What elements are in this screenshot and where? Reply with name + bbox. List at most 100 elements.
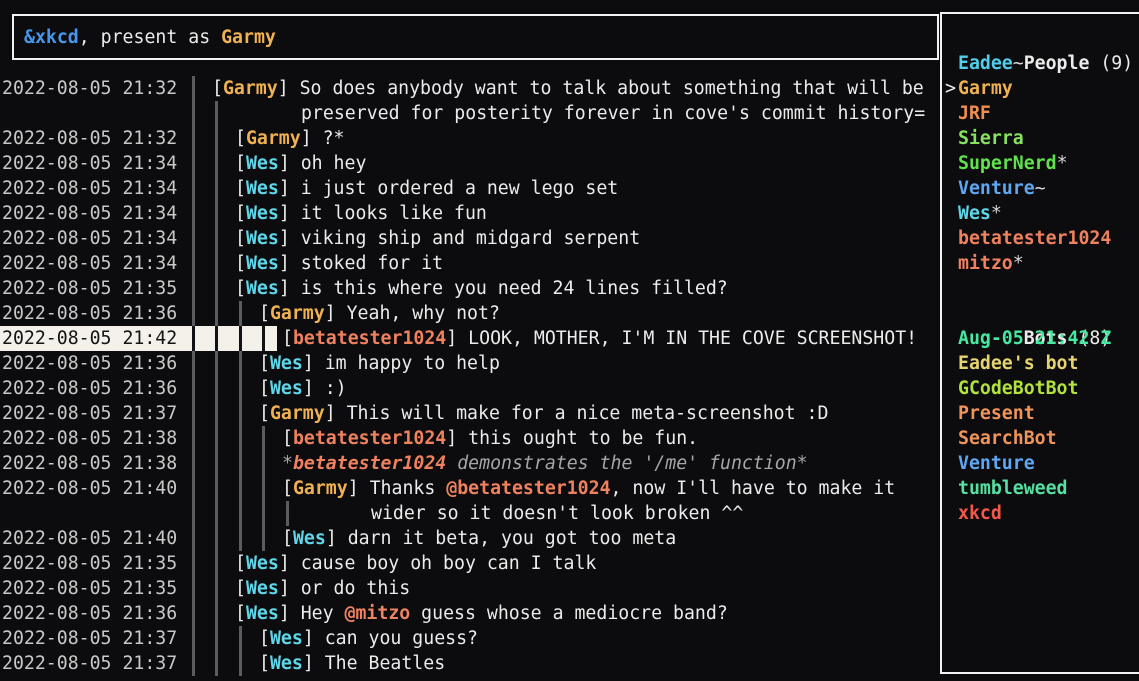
thread-indent-bar — [215, 501, 218, 526]
thread-indent-bar — [192, 176, 195, 201]
user-mode-suffix: * — [1057, 153, 1068, 174]
person-betatester1024[interactable]: betatester1024 — [958, 226, 1139, 251]
thread-indent-bar — [239, 626, 242, 651]
cove-chat-app: &xkcd, present as Garmy 2022-08-05 21:32… — [0, 0, 1139, 681]
thread-indent-bar — [262, 451, 265, 476]
thread-indent-bar — [239, 501, 242, 526]
chat-line[interactable]: 2022-08-05 21:36[Wes] im happy to help — [0, 351, 939, 376]
current-nick: Garmy — [221, 25, 276, 50]
chat-line[interactable]: 2022-08-05 21:34[Wes] it looks like fun — [0, 201, 939, 226]
person-sierra[interactable]: Sierra — [958, 126, 1139, 151]
chat-line[interactable]: 2022-08-05 21:34[Wes] viking ship and mi… — [0, 226, 939, 251]
nick-span: Garmy — [270, 403, 325, 424]
message-text: [Wes] viking ship and midgard serpent — [235, 226, 640, 251]
thread-indent-bar — [215, 301, 218, 326]
header-separator: , present as — [79, 25, 221, 50]
chat-line[interactable]: 2022-08-05 21:34[Wes] i just ordered a n… — [0, 176, 939, 201]
message-text: [Garmy] So does anybody want to talk abo… — [212, 76, 924, 101]
thread-indent-bar — [215, 451, 218, 476]
thread-indent-bar — [215, 101, 218, 126]
thread-indent-bar — [215, 601, 218, 626]
nick-span: Wes — [246, 228, 279, 249]
message-text: [Wes] oh hey — [235, 151, 366, 176]
thread-indent-bar — [262, 476, 265, 501]
chat-line[interactable]: 2022-08-05 21:38*betatester1024 demonstr… — [0, 451, 939, 476]
chat-line[interactable]: 2022-08-05 21:32[Garmy] So does anybody … — [0, 76, 939, 101]
message-span: [ — [259, 353, 270, 374]
person-jrf[interactable]: JRF — [958, 101, 1139, 126]
timestamp: 2022-08-05 21:38 — [2, 426, 177, 451]
message-text: [Wes] or do this — [235, 576, 410, 601]
timestamp: 2022-08-05 21:40 — [2, 476, 177, 501]
message-span: ] :) — [303, 378, 347, 399]
thread-indent-bar — [215, 526, 218, 551]
thread-indent-bar — [215, 576, 218, 601]
message-span: ] Yeah, why not? — [325, 303, 500, 324]
chat-line[interactable]: 2022-08-05 21:32[Garmy] ?* — [0, 126, 939, 151]
person-venture[interactable]: Venture~ — [958, 176, 1139, 201]
message-span: [ — [235, 553, 246, 574]
timestamp: 2022-08-05 21:42 — [2, 326, 177, 351]
chat-line[interactable]: 2022-08-05 21:34[Wes] stoked for it — [0, 251, 939, 276]
chat-line[interactable]: 2022-08-05 21:40 [Garmy] Thanks @betatest… — [0, 476, 939, 501]
bot-aug-05-21-42-z[interactable]: Aug-05 21:42 Z — [958, 326, 1139, 351]
person-mitzo[interactable]: mitzo* — [958, 251, 1139, 276]
chat-line[interactable]: 2022-08-05 21:36[Wes] :) — [0, 376, 939, 401]
person-supernerd[interactable]: SuperNerd* — [958, 151, 1139, 176]
message-text: [Wes] is this where you need 24 lines fi… — [235, 276, 728, 301]
bot-eadee-s-bot[interactable]: Eadee's bot — [958, 351, 1139, 376]
message-span: wider so it doesn't look broken ^^ — [371, 503, 743, 524]
chat-line[interactable]: preserved for posterity forever in cove'… — [0, 101, 939, 126]
thread-indent-bar — [192, 201, 195, 226]
bot-xkcd[interactable]: xkcd — [958, 501, 1139, 526]
message-text: [Wes] cause boy oh boy can I talk — [235, 551, 596, 576]
bot-gcodebotbot[interactable]: GCodeBotBot — [958, 376, 1139, 401]
bot-present[interactable]: Present — [958, 401, 1139, 426]
chat-line[interactable]: 2022-08-05 21:35 [Wes] or do this — [0, 576, 939, 601]
person-garmy[interactable]: >Garmy — [958, 76, 1139, 101]
chat-line[interactable]: 2022-08-05 21:36[Wes] Hey @mitzo guess w… — [0, 601, 939, 626]
chat-line[interactable]: 2022-08-05 21:38[betatester1024] this ou… — [0, 426, 939, 451]
bot-searchbot[interactable]: SearchBot — [958, 426, 1139, 451]
nick-span: Wes — [246, 203, 279, 224]
chat-line[interactable]: 2022-08-05 21:37[Wes] can you guess? — [0, 626, 939, 651]
chat-line[interactable]: 2022-08-05 21:37[Garmy] This will make f… — [0, 401, 939, 426]
user-name: mitzo — [958, 253, 1013, 274]
thread-indent-bar — [239, 476, 242, 501]
bot-tumbleweed[interactable]: tumbleweed — [958, 476, 1139, 501]
thread-indent-bar — [192, 126, 195, 151]
user-mode-suffix: ~ — [1035, 178, 1046, 199]
message-span: [ — [282, 528, 293, 549]
message-span: ] stoked for it — [279, 253, 443, 274]
message-text: [Wes] stoked for it — [235, 251, 443, 276]
timestamp: 2022-08-05 21:34 — [2, 151, 177, 176]
chat-line[interactable]: 2022-08-05 21:37[Wes] The Beatles — [0, 651, 939, 676]
chat-line-highlighted[interactable]: 2022-08-05 21:42[betatester1024] LOOK, M… — [0, 326, 939, 351]
nick-span: betatester1024 — [293, 453, 446, 474]
people-list: Eadee~>GarmyJRFSierraSuperNerd*Venture~W… — [958, 51, 1139, 276]
message-span: ] darn it beta, you got too meta — [326, 528, 676, 549]
thread-indent-bar — [192, 451, 195, 476]
message-span: ] i just ordered a new lego set — [279, 178, 618, 199]
thread-indent-bar — [192, 401, 195, 426]
chat-line[interactable]: 2022-08-05 21:40[Wes] darn it beta, you … — [0, 526, 939, 551]
person-wes[interactable]: Wes* — [958, 201, 1139, 226]
chat-line[interactable]: 2022-08-05 21:35[Wes] cause boy oh boy c… — [0, 551, 939, 576]
chat-line[interactable]: 2022-08-05 21:34 [Wes] oh hey — [0, 151, 939, 176]
message-span: [ — [235, 253, 246, 274]
person-eadee[interactable]: Eadee~ — [958, 51, 1139, 76]
chat-line[interactable]: wider so it doesn't look broken ^^ — [0, 501, 939, 526]
timestamp: 2022-08-05 21:37 — [2, 401, 177, 426]
message-span: ] or do this — [279, 578, 410, 599]
message-text: *betatester1024 demonstrates the '/me' f… — [282, 451, 808, 476]
thread-indent-bar — [192, 101, 195, 126]
message-span: ] Hey — [279, 603, 345, 624]
chat-line[interactable]: 2022-08-05 21:36[Garmy] Yeah, why not? — [0, 301, 939, 326]
message-span: ] Thanks — [348, 478, 447, 499]
timestamp: 2022-08-05 21:37 — [2, 626, 177, 651]
nick-span: Wes — [246, 578, 279, 599]
bot-venture[interactable]: Venture — [958, 451, 1139, 476]
chat-line[interactable]: 2022-08-05 21:35[Wes] is this where you … — [0, 276, 939, 301]
timestamp: 2022-08-05 21:35 — [2, 576, 177, 601]
message-text: [Garmy] Thanks @betatester1024, now I'll… — [282, 476, 895, 501]
